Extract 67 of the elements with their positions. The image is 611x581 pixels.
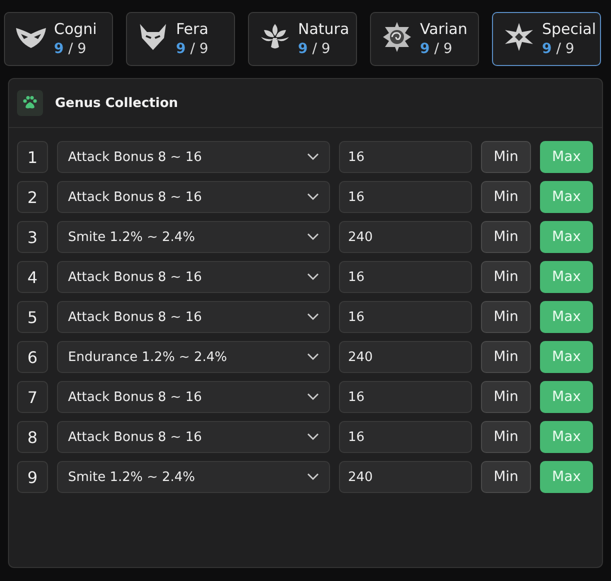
chevron-down-icon	[307, 433, 319, 441]
stat-dropdown[interactable]: Endurance 1.2% ~ 2.4%	[57, 341, 330, 373]
category-card[interactable]: Fera 9 / 9	[126, 12, 235, 66]
collected-count: 9	[176, 41, 186, 57]
value-input[interactable]: 16	[339, 381, 472, 413]
min-button[interactable]: Min	[481, 301, 531, 333]
stat-dropdown[interactable]: Attack Bonus 8 ~ 16	[57, 381, 330, 413]
chevron-down-icon	[307, 273, 319, 281]
collected-count: 9	[542, 41, 552, 57]
stat-dropdown[interactable]: Attack Bonus 8 ~ 16	[57, 301, 330, 333]
category-card[interactable]: Special 9 / 9	[492, 12, 601, 66]
row-number: 5	[17, 301, 48, 333]
row-number: 7	[17, 381, 48, 413]
category-name: Natura	[298, 19, 350, 39]
stat-dropdown[interactable]: Smite 1.2% ~ 2.4%	[57, 461, 330, 493]
category-card[interactable]: Cogni 9 / 9	[4, 12, 113, 66]
row-number: 1	[17, 141, 48, 173]
row-number: 3	[17, 221, 48, 253]
collected-count: 9	[420, 41, 430, 57]
chevron-down-icon	[307, 353, 319, 361]
panel-title: Genus Collection	[55, 96, 178, 110]
stat-dropdown[interactable]: Attack Bonus 8 ~ 16	[57, 141, 330, 173]
value-input[interactable]: 240	[339, 461, 472, 493]
row-number: 6	[17, 341, 48, 373]
stat-dropdown[interactable]: Smite 1.2% ~ 2.4%	[57, 221, 330, 253]
value-input[interactable]: 16	[339, 141, 472, 173]
category-card[interactable]: Varian 9 / 9	[370, 12, 479, 66]
total-count: / 9	[68, 41, 86, 57]
min-button[interactable]: Min	[481, 381, 531, 413]
row-number: 9	[17, 461, 48, 493]
chevron-down-icon	[307, 393, 319, 401]
min-button[interactable]: Min	[481, 181, 531, 213]
min-button[interactable]: Min	[481, 221, 531, 253]
value-input[interactable]: 16	[339, 261, 472, 293]
total-count: / 9	[556, 41, 574, 57]
total-count: / 9	[190, 41, 208, 57]
min-button[interactable]: Min	[481, 341, 531, 373]
stat-dropdown[interactable]: Attack Bonus 8 ~ 16	[57, 261, 330, 293]
paw-icon	[17, 90, 43, 116]
chevron-down-icon	[307, 313, 319, 321]
min-button[interactable]: Min	[481, 261, 531, 293]
total-count: / 9	[434, 41, 452, 57]
value-input[interactable]: 240	[339, 341, 472, 373]
value-input[interactable]: 16	[339, 421, 472, 453]
value-input[interactable]: 240	[339, 221, 472, 253]
category-name: Special	[542, 19, 596, 39]
collected-count: 9	[54, 41, 64, 57]
min-button[interactable]: Min	[481, 141, 531, 173]
chevron-down-icon	[307, 473, 319, 481]
row-number: 4	[17, 261, 48, 293]
total-count: / 9	[312, 41, 330, 57]
category-card[interactable]: Natura 9 / 9	[248, 12, 357, 66]
stat-dropdown[interactable]: Attack Bonus 8 ~ 16	[57, 181, 330, 213]
category-name: Varian	[420, 19, 468, 39]
row-number: 8	[17, 421, 48, 453]
collected-count: 9	[298, 41, 308, 57]
min-button[interactable]: Min	[481, 461, 531, 493]
value-input[interactable]: 16	[339, 301, 472, 333]
min-button[interactable]: Min	[481, 421, 531, 453]
chevron-down-icon	[307, 193, 319, 201]
stat-dropdown[interactable]: Attack Bonus 8 ~ 16	[57, 421, 330, 453]
category-name: Fera	[176, 19, 208, 39]
category-name: Cogni	[54, 19, 97, 39]
value-input[interactable]: 16	[339, 181, 472, 213]
chevron-down-icon	[307, 153, 319, 161]
chevron-down-icon	[307, 233, 319, 241]
row-number: 2	[17, 181, 48, 213]
